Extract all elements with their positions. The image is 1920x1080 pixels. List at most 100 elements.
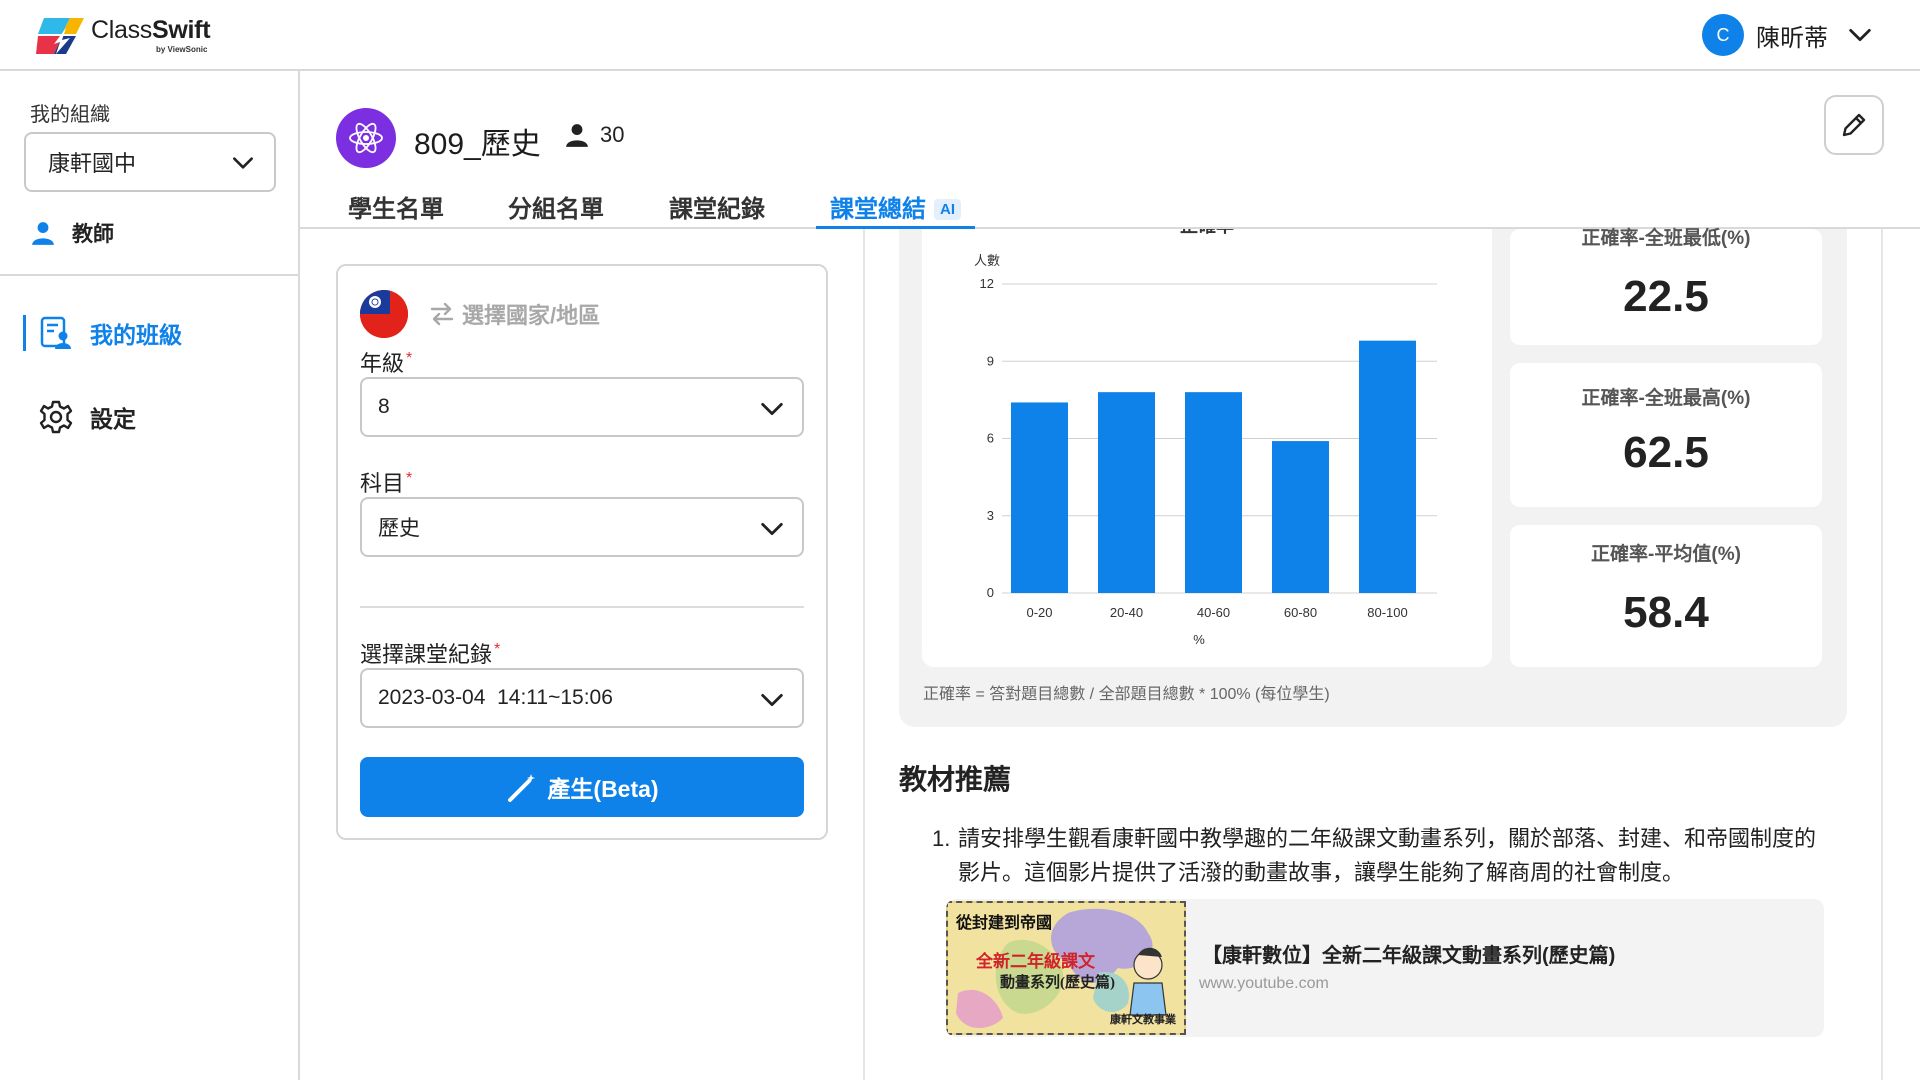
taiwan-flag-icon [360, 290, 408, 338]
x-tick-label: 0-20 [1026, 605, 1052, 620]
accuracy-chart: 正確率人數 0 3 6 9 12 0-20 20-40 40-60 60-80 80-100% [974, 229, 1437, 647]
generate-label: 產生(Beta) [547, 776, 659, 802]
record-select[interactable]: 2023-03-04 14:11~15:06 [360, 668, 804, 728]
class-name: 809_歷史 [414, 128, 541, 161]
y-tick-label: 9 [987, 353, 994, 368]
summary-form: 選擇國家/地區 年級 * 8 科目 * 歷史 選擇課堂紀錄 * 2023-03-04 … [336, 264, 828, 840]
user-name: 陳昕蒂 [1756, 24, 1828, 52]
swap-arrows-icon [430, 302, 454, 326]
x-tick-label: 60-80 [1284, 605, 1317, 620]
country-selector[interactable]: 選擇國家/地區 [428, 298, 600, 330]
user-menu[interactable]: C 陳昕蒂 [1702, 14, 1874, 56]
thumbnail-subtitle: 動畫系列(歷史篇) [1000, 975, 1115, 991]
top-bar: ClassSwift by ViewSonic C 陳昕蒂 [0, 0, 1920, 71]
thumbnail-title: 從封建到帝國 [956, 915, 1053, 932]
generate-button[interactable]: 產生(Beta) [360, 757, 804, 817]
sidebar-item-label: 設定 [90, 406, 136, 432]
subject-value: 歷史 [378, 517, 420, 540]
subject-label: 科目 * [360, 470, 413, 496]
stat-card-average: 正確率-平均值(%) 58.4 [1510, 525, 1822, 667]
x-tick-label: 20-40 [1110, 605, 1143, 620]
sidebar: 我的組織 康軒國中 教師 我的班級 設定 [0, 71, 300, 1080]
video-thumbnail: 從封建到帝國 全新二年級課文 動畫系列(歷史篇) 康軒文教事業 [946, 901, 1186, 1035]
class-avatar [336, 108, 396, 168]
video-title: 【康軒數位】全新二年級課文動畫系列(歷史篇) [1202, 945, 1616, 967]
bar [1185, 392, 1242, 593]
chevron-down-icon[interactable] [1846, 21, 1874, 49]
recommendation-title: 教材推薦 [899, 764, 1012, 795]
country-placeholder: 選擇國家/地區 [462, 303, 601, 328]
chevron-down-icon [761, 522, 783, 536]
ai-badge: AI [934, 199, 961, 220]
y-tick-label: 6 [987, 431, 994, 446]
grade-label: 年級 * [360, 350, 413, 376]
logo-subtitle: by ViewSonic [156, 45, 208, 54]
stat-value: 22.5 [1623, 272, 1709, 321]
classswift-logo-icon [36, 18, 84, 54]
thumbnail-brand: 康軒文教事業 [1110, 1014, 1176, 1026]
tab-class-summary[interactable]: 課堂總結 AI [816, 189, 975, 229]
class-header: 809_歷史 30 學生名單 分組名單 課堂紀錄 課堂總結 AI [300, 71, 1920, 229]
org-label: 我的組織 [30, 104, 110, 126]
thumbnail-subtitle: 全新二年級課文 [976, 952, 1095, 971]
y-tick-label: 0 [987, 585, 994, 600]
accuracy-formula: 正確率 = 答對題目總數 / 全部題目總數 * 100% (每位學生) [923, 686, 1330, 703]
tab-student-list[interactable]: 學生名單 [348, 189, 444, 229]
record-value: 2023-03-04 14:11~15:06 [378, 686, 613, 709]
video-url: www.youtube.com [1199, 975, 1329, 992]
grade-value: 8 [378, 395, 390, 418]
magic-wand-icon [508, 774, 536, 802]
student-count: 30 [564, 122, 624, 148]
y-tick-label: 12 [980, 276, 994, 291]
list-number: 1. [932, 826, 951, 851]
role-label: 教師 [72, 223, 114, 246]
org-select[interactable]: 康軒國中 [24, 132, 276, 192]
bar [1098, 392, 1155, 593]
sidebar-item-settings[interactable]: 設定 [24, 399, 136, 435]
x-tick-label: 40-60 [1197, 605, 1230, 620]
form-divider [360, 606, 804, 608]
sidebar-divider [0, 274, 298, 276]
video-link-card[interactable]: 從封建到帝國 全新二年級課文 動畫系列(歷史篇) 康軒文教事業 【康軒數位】全新… [946, 899, 1824, 1037]
tab-group-list[interactable]: 分組名單 [508, 189, 604, 229]
stat-label: 正確率-全班最高(%) [1581, 388, 1751, 409]
chevron-down-icon [233, 157, 253, 169]
edit-class-button[interactable] [1824, 95, 1884, 155]
logo-text: ClassSwift [91, 16, 211, 44]
person-icon [32, 222, 54, 245]
y-axis-label: 人數 [974, 253, 1000, 268]
stat-label: 正確率-平均值(%) [1591, 544, 1741, 565]
accuracy-chart-card: 正確率人數 0 3 6 9 12 0-20 20-40 40-60 60-80 80-100% [922, 229, 1492, 667]
stat-value: 58.4 [1623, 588, 1709, 637]
chevron-down-icon [761, 402, 783, 416]
bar [1011, 402, 1068, 593]
sidebar-item-my-classes[interactable]: 我的班級 [23, 315, 182, 351]
tab-class-records[interactable]: 課堂紀錄 [669, 189, 765, 229]
chevron-down-icon [761, 693, 783, 707]
x-tick-label: 80-100 [1367, 605, 1407, 620]
org-select-value: 康軒國中 [48, 151, 137, 176]
gear-icon [39, 400, 73, 434]
recommendation-text: 請安排學生觀看康軒國中教學趣的二年級課文動畫系列，關於部落、封建、和帝國制度的影… [958, 826, 1817, 885]
person-icon [566, 124, 588, 147]
avatar: C [1702, 14, 1744, 56]
record-label: 選擇課堂紀錄 * [360, 641, 501, 667]
stat-label: 正確率-全班最低(%) [1581, 228, 1751, 249]
stat-value: 62.5 [1623, 428, 1709, 477]
grade-select[interactable]: 8 [360, 377, 804, 437]
bar [1359, 340, 1416, 593]
stat-card-min: 正確率-全班最低(%) 22.5 [1510, 228, 1822, 345]
subject-select[interactable]: 歷史 [360, 497, 804, 557]
x-axis-label: % [1193, 632, 1205, 647]
bar [1272, 441, 1329, 593]
sidebar-item-label: 我的班級 [90, 322, 182, 348]
recommendation-item: 1. 請安排學生觀看康軒國中教學趣的二年級課文動畫系列，關於部落、封建、和帝國制… [932, 822, 1832, 890]
stat-card-max: 正確率-全班最高(%) 62.5 [1510, 363, 1822, 507]
y-tick-label: 3 [987, 508, 994, 523]
student-count-value: 30 [600, 122, 625, 147]
atom-icon [349, 122, 383, 154]
role-teacher: 教師 [30, 218, 114, 248]
chart-title: 正確率 [1180, 229, 1234, 236]
classswift-logo[interactable]: ClassSwift by ViewSonic [36, 14, 222, 58]
pencil-icon [1842, 113, 1866, 137]
